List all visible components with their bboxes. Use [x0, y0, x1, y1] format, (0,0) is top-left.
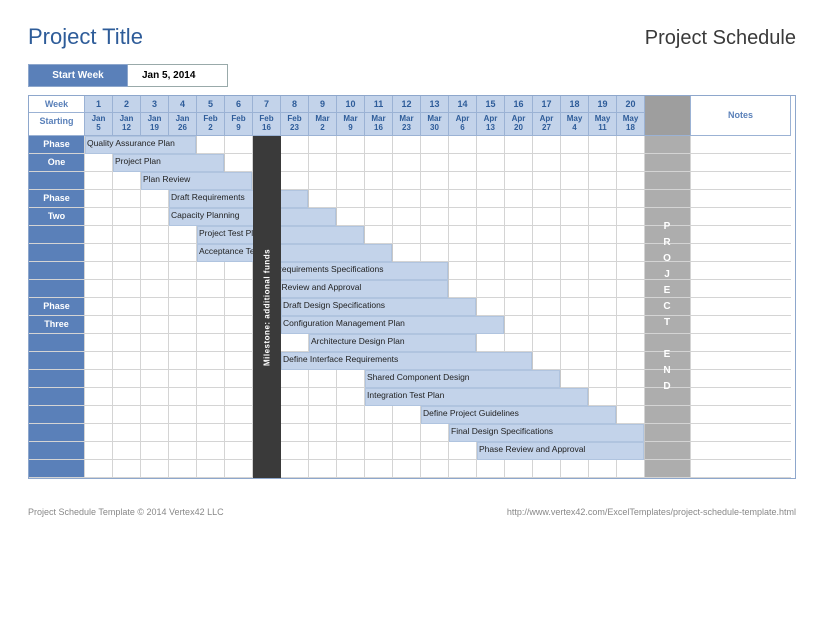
schedule-heading: Project Schedule — [645, 27, 796, 50]
footer-copyright: Project Schedule Template © 2014 Vertex4… — [28, 507, 224, 517]
grid-header: Week1234567891011121314151617181920Notes… — [29, 96, 795, 136]
grid-body: PhaseOnePhaseTwoPhaseThree — [29, 136, 795, 478]
start-week-label: Start Week — [28, 64, 128, 87]
start-week-value[interactable]: Jan 5, 2014 — [128, 64, 228, 87]
footer-link[interactable]: http://www.vertex42.com/ExcelTemplates/p… — [507, 507, 796, 517]
gantt-grid: Week1234567891011121314151617181920Notes… — [28, 95, 796, 479]
project-title: Project Title — [28, 24, 143, 50]
